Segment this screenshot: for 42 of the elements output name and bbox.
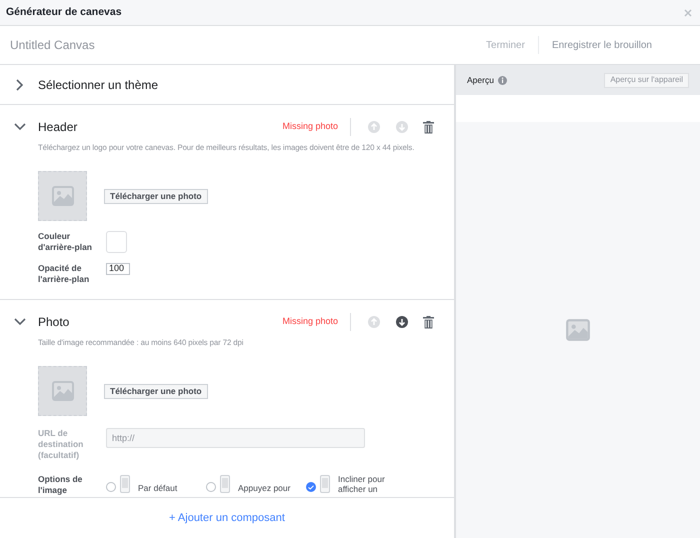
field-label: URL de destination (facultatif) (38, 428, 84, 461)
preview-label: Aperçu (467, 74, 494, 86)
device-preview-button[interactable]: Aperçu sur l'appareil (604, 72, 689, 88)
opacity-field[interactable]: 100 (106, 263, 130, 275)
color-swatch[interactable] (106, 231, 127, 253)
field-label: Couleur d'arrière-plan (38, 231, 93, 253)
field-label: Opacité de l'arrière-plan (38, 263, 90, 285)
phone-icon (320, 475, 330, 493)
radio-button[interactable] (206, 482, 216, 492)
add-component-button[interactable]: + Ajouter un composant (169, 510, 285, 526)
phone-icon (220, 475, 230, 493)
chevron-down-icon[interactable] (14, 318, 26, 326)
field-label: Options de l'image (38, 474, 84, 496)
phone-icon (120, 475, 130, 493)
arrow-down-icon[interactable] (396, 316, 408, 328)
info-icon[interactable] (498, 76, 507, 84)
upload-button[interactable]: Télécharger une photo (104, 384, 208, 398)
component-title: Header (38, 119, 78, 136)
status-text: Missing photo (282, 315, 338, 328)
option-label: Appuyez pour (238, 483, 292, 493)
toolbar-action[interactable]: Enregistrer le brouillon (552, 38, 652, 52)
option-label: Par défaut (138, 483, 178, 493)
component-title: Photo (38, 314, 70, 331)
option-label: Incliner pour afficher un (338, 474, 386, 494)
trash-icon[interactable] (423, 316, 434, 328)
image-icon (50, 379, 74, 403)
canvas-name[interactable]: Untitled Canvas (10, 36, 95, 54)
theme-label: Sélectionner un thème (38, 76, 158, 94)
chevron-right-icon[interactable] (16, 78, 24, 90)
photo-placeholder[interactable] (38, 171, 87, 221)
photo-placeholder[interactable] (38, 366, 87, 416)
image-icon (565, 317, 591, 343)
close-icon[interactable] (684, 8, 692, 16)
image-icon (50, 184, 74, 208)
radio-button[interactable] (106, 482, 116, 492)
upload-button[interactable]: Télécharger une photo (104, 188, 208, 204)
radio-button[interactable] (306, 482, 316, 492)
theme-row[interactable]: Sélectionner un thème (0, 65, 454, 105)
window-title: Générateur de canevas (6, 4, 122, 20)
trash-icon[interactable] (423, 120, 434, 134)
chevron-down-icon[interactable] (14, 123, 26, 131)
status-text: Missing photo (282, 120, 338, 134)
